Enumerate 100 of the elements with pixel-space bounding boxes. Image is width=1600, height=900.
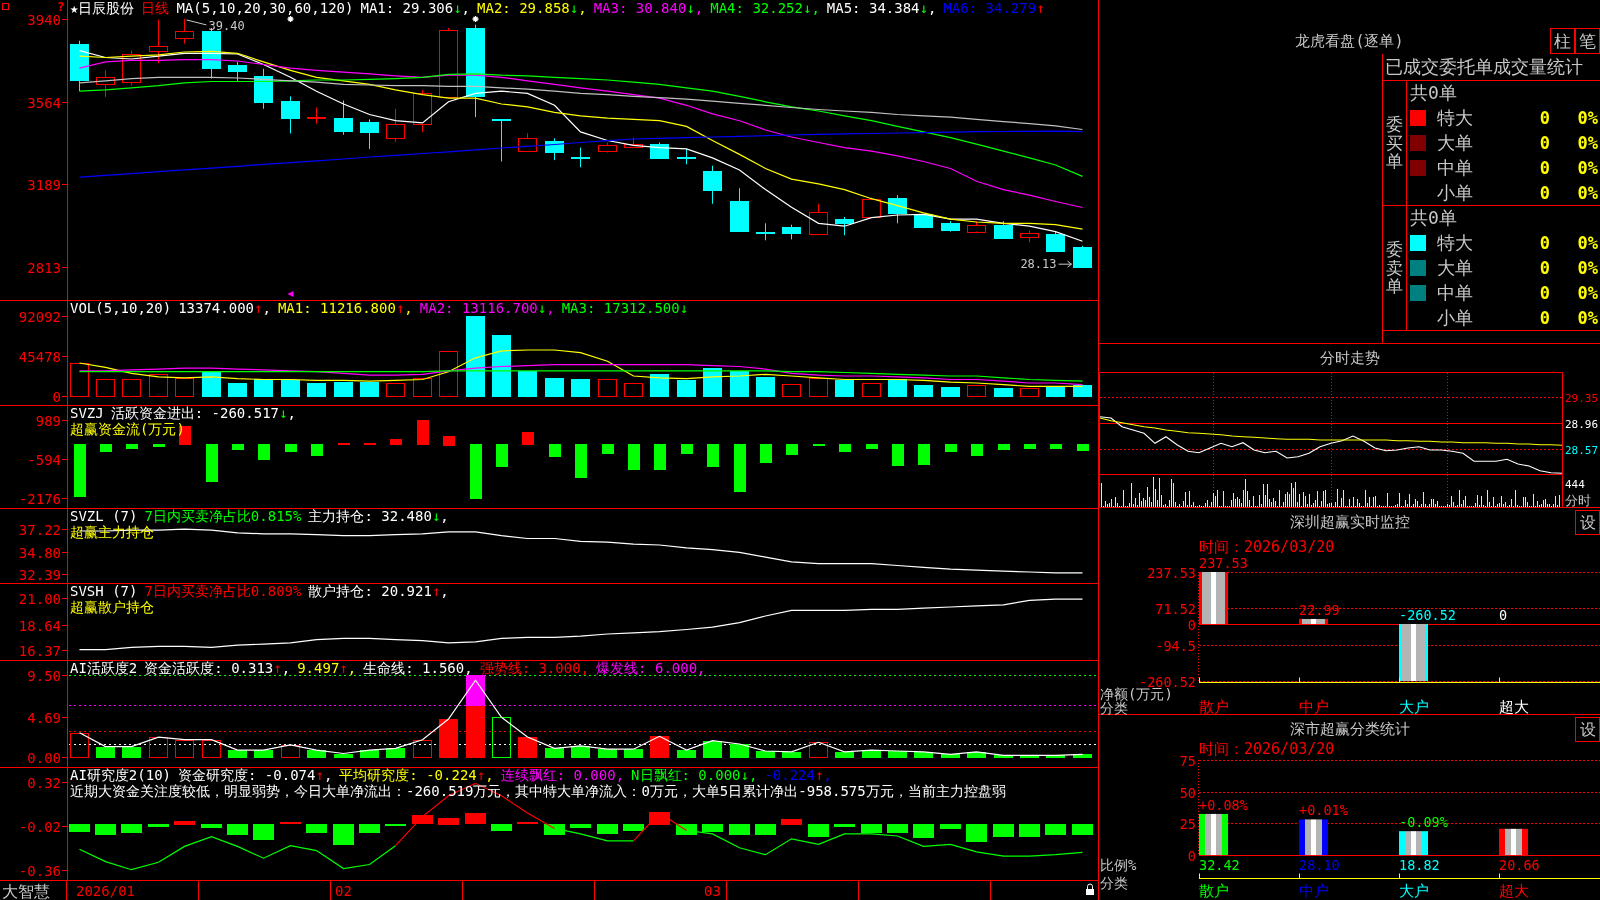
axis-label: -0.36 bbox=[18, 862, 61, 879]
axis-label: 71.52 bbox=[1155, 600, 1196, 617]
flow-bar bbox=[602, 444, 614, 454]
view-toggle-button[interactable]: 柱 bbox=[1550, 28, 1575, 54]
axis-label: 25 bbox=[1179, 815, 1196, 832]
flow-bar bbox=[945, 444, 957, 452]
volume-bar bbox=[1020, 388, 1039, 397]
volume-bar bbox=[334, 382, 353, 397]
app-name: 大智慧 bbox=[2, 882, 50, 900]
volume-bar bbox=[624, 383, 643, 397]
category-label: 超大 bbox=[1499, 698, 1529, 716]
axis-label: 92092 bbox=[18, 308, 61, 325]
axis-label: 28.96 bbox=[1565, 417, 1599, 431]
category-label: 散户 bbox=[1199, 698, 1229, 716]
indicator-text: MA4: 32.252↓, bbox=[710, 0, 820, 16]
bar bbox=[1499, 828, 1528, 855]
candle bbox=[624, 137, 643, 148]
flow-bar bbox=[918, 444, 930, 465]
indicator-text: SVSH (7) bbox=[70, 583, 138, 599]
volume-bar bbox=[175, 378, 194, 397]
volume-bar bbox=[386, 383, 405, 397]
value-label: 32.42 bbox=[1199, 857, 1240, 873]
group-label: 委卖单 bbox=[1386, 239, 1403, 297]
activity-bar bbox=[334, 754, 353, 758]
flow-bar bbox=[760, 444, 772, 463]
order-count: 0 bbox=[1539, 182, 1550, 203]
activity-bar bbox=[413, 740, 432, 758]
activity-bar bbox=[888, 751, 907, 758]
candle bbox=[1046, 231, 1065, 253]
view-toggle-button[interactable]: 笔 bbox=[1575, 28, 1600, 54]
activity-bar bbox=[650, 736, 669, 758]
activity-bar bbox=[967, 752, 986, 758]
indicator-text: MA3: 17312.500↓ bbox=[561, 300, 689, 316]
volume-bar bbox=[122, 379, 141, 397]
research-bar bbox=[702, 824, 723, 832]
candle bbox=[175, 18, 194, 45]
axis-label: 0 bbox=[1187, 616, 1196, 633]
settings-button[interactable]: 设 bbox=[1575, 510, 1600, 535]
order-percent: 0% bbox=[1577, 132, 1598, 153]
asterisk-icon bbox=[286, 15, 295, 23]
settings-button[interactable]: 设 bbox=[1575, 717, 1600, 742]
axis-label: -0.02 bbox=[18, 818, 61, 835]
candle bbox=[360, 118, 379, 150]
volume-bar bbox=[360, 382, 379, 397]
panel-title: 龙虎看盘(逐单) bbox=[1295, 32, 1404, 50]
candle bbox=[122, 50, 141, 87]
indicator-text: 超赢资金流(万元) bbox=[70, 421, 185, 437]
research-bar bbox=[491, 824, 512, 831]
research-bar bbox=[174, 821, 195, 825]
indicator-text: MA2: 13116.700↓, bbox=[419, 300, 555, 316]
value-label: 22.99 bbox=[1299, 601, 1340, 618]
order-size-label: 中单 bbox=[1437, 156, 1473, 178]
indicator-text: 9.497↑, bbox=[297, 660, 357, 676]
volume-bar bbox=[598, 379, 617, 397]
indicator-text: MA1: 11216.800↑, bbox=[277, 300, 413, 316]
order-total: 共0单 bbox=[1410, 82, 1457, 103]
axis-label: 50 bbox=[1179, 784, 1196, 801]
flow-bar bbox=[681, 444, 693, 454]
research-bar bbox=[1072, 824, 1093, 835]
volume-bar bbox=[571, 379, 590, 397]
candle bbox=[149, 19, 168, 64]
indicator-text: AI活跃度2 bbox=[70, 660, 138, 676]
candle bbox=[281, 95, 300, 134]
candle bbox=[756, 222, 775, 241]
flow-bar bbox=[206, 444, 218, 482]
category-label: 大户 bbox=[1399, 882, 1429, 900]
indicator-text: 日线 bbox=[141, 0, 170, 16]
axis-title: 净额(万元) bbox=[1100, 686, 1173, 702]
activity-bar bbox=[149, 737, 168, 758]
indicator-text: 主力持仓: 32.480↓, bbox=[308, 508, 449, 524]
activity-bar bbox=[360, 750, 379, 758]
axis-label: 18.64 bbox=[18, 617, 61, 634]
flow-bar bbox=[496, 444, 508, 467]
order-count: 0 bbox=[1539, 132, 1550, 153]
candle bbox=[307, 107, 326, 125]
activity-bar bbox=[545, 748, 564, 758]
order-percent: 0% bbox=[1577, 182, 1598, 203]
order-count: 0 bbox=[1539, 232, 1550, 253]
volume-bar bbox=[677, 380, 696, 397]
order-count: 0 bbox=[1539, 107, 1550, 128]
research-bar bbox=[861, 824, 882, 833]
table-title: 已成交委托单成交量统计 bbox=[1385, 56, 1583, 78]
volume-bar bbox=[730, 371, 749, 397]
activity-bar bbox=[492, 717, 511, 758]
flow-bar bbox=[654, 444, 666, 470]
candle bbox=[518, 133, 537, 153]
candle bbox=[334, 99, 353, 136]
candle bbox=[598, 142, 617, 153]
bar bbox=[1399, 831, 1428, 855]
axis-label: 37.22 bbox=[18, 521, 61, 538]
axis-label: 32.39 bbox=[18, 566, 61, 583]
value-label: -260.52 bbox=[1399, 607, 1456, 623]
candle bbox=[809, 203, 828, 236]
date-label: 02 bbox=[335, 883, 352, 899]
flow-bar bbox=[707, 444, 719, 467]
bar bbox=[1299, 819, 1328, 855]
change-label: +0.01% bbox=[1299, 802, 1348, 819]
axis-label: 0 bbox=[1187, 847, 1196, 864]
value-label: 0 bbox=[1499, 607, 1508, 623]
flow-bar bbox=[153, 444, 165, 447]
